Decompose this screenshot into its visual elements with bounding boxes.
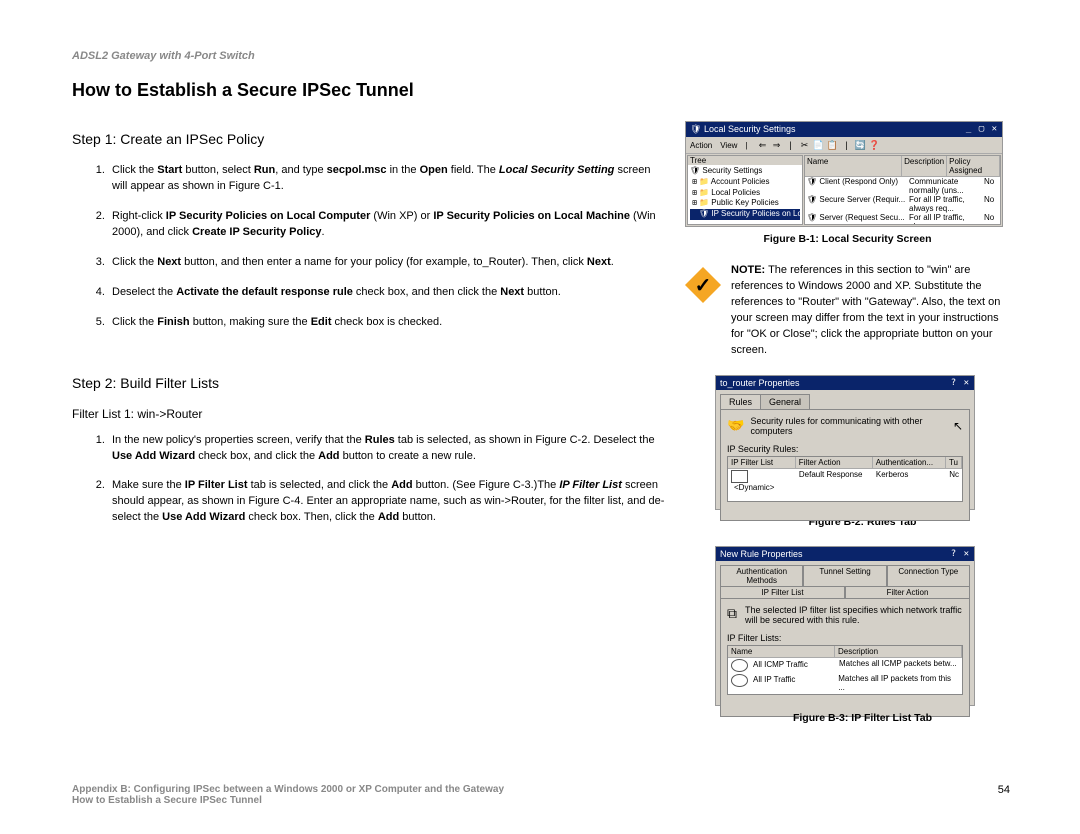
tree-item-selected: 🛡 IP Security Policies on Local Machine [690, 209, 800, 220]
list-row: <Dynamic> Default Response Kerberos Nc [728, 469, 962, 493]
panel-desc: Security rules for communicating with ot… [750, 416, 937, 436]
tab-tunnel: Tunnel Setting [803, 565, 886, 586]
window-titlebar: to_router Properties ? ✕ [716, 376, 974, 390]
tabstrip-back: Authentication Methods Tunnel Setting Co… [720, 565, 970, 586]
tab-filteraction: Filter Action [845, 586, 970, 598]
menubar: Action View | ⇐⇒|✂📄📋|🔄❓ [686, 137, 1002, 154]
figure-b2: to_router Properties ? ✕ Rules General 🤝… [685, 375, 1010, 528]
step1-item-5: Click the Finish button, making sure the… [108, 315, 667, 331]
right-column: 🛡 Local Security Settings _ ▢ ✕ Action V… [685, 121, 1010, 742]
filter-list: Name Description All ICMP Traffic Matche… [727, 645, 963, 695]
figure-b3: New Rule Properties ? ✕ Authentication M… [685, 546, 1010, 724]
back-icon: ⇐ [756, 139, 770, 151]
tree-header: Tree [688, 156, 802, 165]
doc-header: ADSL2 Gateway with 4-Port Switch [72, 50, 1010, 62]
menu-view: View [720, 141, 737, 150]
figure-b1: 🛡 Local Security Settings _ ▢ ✕ Action V… [685, 121, 1010, 245]
footer-line2: How to Establish a Secure IPSec Tunnel [72, 795, 1010, 806]
window-buttons: ? ✕ [951, 378, 970, 388]
step1-item-3: Click the Next button, and then enter a … [108, 255, 667, 271]
step1-item-4: Deselect the Activate the default respon… [108, 285, 667, 301]
sep: | [784, 139, 798, 151]
window-buttons: _ ▢ ✕ [966, 124, 998, 135]
footer-line1: Appendix B: Configuring IPSec between a … [72, 784, 1010, 795]
tree-root: 🛡 Security Settings [690, 166, 800, 177]
step2-list: In the new policy's properties screen, v… [72, 433, 667, 527]
figure-b1-window: 🛡 Local Security Settings _ ▢ ✕ Action V… [685, 121, 1003, 227]
list-row: All IP Traffic Matches all IP packets fr… [728, 673, 962, 693]
tab-panel: ⧉ The selected IP filter list specifies … [720, 598, 970, 717]
prop-icon: 📋 [826, 139, 840, 151]
rules-label: IP Security Rules: [727, 444, 963, 454]
radio-icon [731, 674, 748, 687]
tab-panel: 🤝 Security rules for communicating with … [720, 409, 970, 521]
filter-icon: ⧉ [727, 605, 737, 622]
step2-item-1: In the new policy's properties screen, v… [108, 433, 667, 465]
page-footer: Appendix B: Configuring IPSec between a … [72, 784, 1010, 806]
filterlists-label: IP Filter Lists: [727, 633, 963, 643]
cut-icon: ✂ [798, 139, 812, 151]
fwd-icon: ⇒ [770, 139, 784, 151]
figure-b1-caption: Figure B-1: Local Security Screen [685, 233, 1010, 245]
rules-list: IP Filter List Filter Action Authenticat… [727, 456, 963, 502]
figure-b3-window: New Rule Properties ? ✕ Authentication M… [715, 546, 975, 706]
step1-item-1: Click the Start button, select Run, and … [108, 163, 667, 195]
window-buttons: ? ✕ [951, 549, 970, 559]
tab-conn: Connection Type [887, 565, 970, 586]
handshake-icon: 🤝 [727, 417, 744, 434]
note-text: NOTE: The references in this section to … [731, 263, 1010, 359]
step1-list: Click the Start button, select Run, and … [72, 163, 667, 331]
step1-heading: Step 1: Create an IPSec Policy [72, 131, 667, 147]
list-row: 🛡 Client (Respond Only)Communicate norma… [805, 177, 1000, 195]
cursor-icon: ↖ [953, 419, 963, 433]
step2-subheading: Filter List 1: win->Router [72, 407, 667, 421]
list-row: 🛡 Server (Request Secu...For all IP traf… [805, 213, 1000, 225]
list-header: Name Description Policy Assigned [805, 156, 1000, 177]
list-row: All ICMP Traffic Matches all ICMP packet… [728, 658, 962, 673]
step2-heading: Step 2: Build Filter Lists [72, 375, 667, 391]
tab-ipfilter: IP Filter List [720, 586, 845, 598]
page-number: 54 [998, 784, 1010, 796]
panel-desc: The selected IP filter list specifies wh… [745, 605, 963, 625]
tree-item: ⊞📁 Account Policies [690, 177, 800, 188]
tree-item: ⊞📁 Public Key Policies [690, 198, 800, 209]
left-column: Step 1: Create an IPSec Policy Click the… [72, 121, 667, 550]
figure-b2-window: to_router Properties ? ✕ Rules General 🤝… [715, 375, 975, 510]
warning-icon: ✓ [685, 267, 721, 303]
window-titlebar: 🛡 Local Security Settings _ ▢ ✕ [686, 122, 1002, 137]
radio-icon [731, 659, 748, 672]
app-icon: 🛡 [690, 124, 704, 134]
list-panel: Name Description Policy Assigned 🛡 Clien… [804, 155, 1001, 225]
tab-auth: Authentication Methods [720, 565, 803, 586]
copy-icon: 📄 [812, 139, 826, 151]
note-block: ✓ NOTE: The references in this section t… [685, 263, 1010, 359]
tab-rules: Rules [720, 394, 761, 409]
step1-item-2: Right-click IP Security Policies on Loca… [108, 209, 667, 241]
help-icon: ❓ [868, 139, 882, 151]
sep: | [840, 139, 854, 151]
tab-general: General [760, 394, 810, 409]
menu-action: Action [690, 141, 712, 150]
toolbar-icons: ⇐⇒|✂📄📋|🔄❓ [756, 139, 882, 151]
tabstrip: Rules General [720, 394, 970, 409]
tabstrip-front: IP Filter List Filter Action [720, 586, 970, 598]
tree-item: ⊞📁 Local Policies [690, 188, 800, 199]
page-title: How to Establish a Secure IPSec Tunnel [72, 80, 1010, 101]
refresh-icon: 🔄 [854, 139, 868, 151]
checkbox-icon [731, 470, 748, 483]
list-header: IP Filter List Filter Action Authenticat… [728, 457, 962, 469]
figure-b3-caption: Figure B-3: IP Filter List Tab [715, 712, 1010, 724]
step2-item-2: Make sure the IP Filter List tab is sele… [108, 478, 667, 526]
window-titlebar: New Rule Properties ? ✕ [716, 547, 974, 561]
list-header: Name Description [728, 646, 962, 658]
tree-panel: Tree 🛡 Security Settings ⊞📁 Account Poli… [687, 155, 803, 225]
list-row: 🛡 Secure Server (Requir...For all IP tra… [805, 195, 1000, 213]
